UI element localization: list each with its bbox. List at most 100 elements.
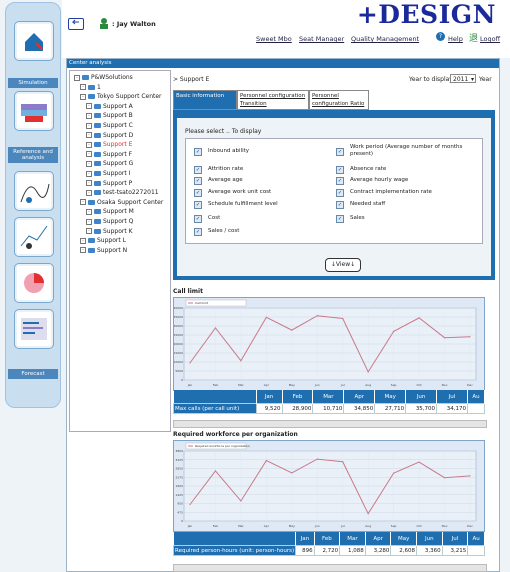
tree-node[interactable]: - Support M (86, 208, 134, 215)
data-point (189, 362, 191, 364)
forecast-list-icon[interactable] (14, 309, 54, 349)
expand-toggle-icon[interactable]: - (86, 160, 92, 167)
metric-checkbox[interactable]: ✓ (194, 189, 202, 197)
expand-toggle-icon[interactable]: - (80, 237, 86, 244)
metric-checkbox[interactable]: ✓ (194, 201, 202, 209)
x-tick-label: Oct (416, 524, 422, 528)
nav-simulation[interactable]: Simulation (8, 78, 58, 88)
expand-toggle-icon[interactable]: - (86, 228, 92, 235)
expand-toggle-icon[interactable]: - (86, 103, 92, 110)
help-icon[interactable]: ? (436, 32, 445, 41)
tree-node[interactable]: - test-tsato2272011 (86, 189, 159, 196)
tree-node[interactable]: - Support E (86, 141, 132, 148)
expand-toggle-icon[interactable]: - (86, 189, 92, 196)
expand-toggle-icon[interactable]: - (80, 93, 86, 100)
metric-checkbox[interactable]: ✓ (336, 215, 344, 223)
tree-node-label: Support K (103, 227, 133, 235)
tab-personnel-transition[interactable]: Personnel configuration Transition (237, 90, 309, 110)
link-quality-management[interactable]: Quality Management (351, 35, 419, 43)
x-tick-label: Aug (365, 524, 371, 528)
month-header: Jun (416, 532, 443, 546)
expand-toggle-icon[interactable]: - (86, 141, 92, 148)
metric-checkbox[interactable]: ✓ (336, 177, 344, 185)
nav-forecast[interactable]: Forecast (8, 369, 58, 379)
link-logoff[interactable]: Logoff (480, 35, 500, 43)
data-point (214, 327, 217, 329)
tree-node[interactable]: - Support B (86, 112, 133, 119)
expand-toggle-icon[interactable]: - (86, 132, 92, 139)
data-point (265, 316, 267, 318)
metric-checkbox[interactable]: ✓ (194, 228, 202, 236)
x-tick-label: Sep (391, 383, 397, 387)
row-header: Max calls (per call unit) (173, 403, 257, 414)
metric-checkbox[interactable]: ✓ (336, 148, 344, 156)
expand-toggle-icon[interactable]: - (80, 199, 86, 206)
nav-reference-analysis[interactable]: Reference and analysis (8, 147, 58, 163)
workforce-scrollbar[interactable] (173, 564, 487, 572)
metric-checkbox[interactable]: ✓ (194, 148, 202, 156)
tree-node[interactable]: - Tokyo Support Center (80, 93, 162, 100)
user-name: : Jay Walton (112, 20, 156, 28)
expand-toggle-icon[interactable]: - (86, 170, 92, 177)
year-select[interactable]: 2011 ▾ (450, 74, 476, 83)
tree-node-label: Osaka Support Center (97, 198, 164, 206)
call-limit-scrollbar[interactable] (173, 420, 487, 428)
tree-node[interactable]: - Support G (86, 160, 133, 167)
tree-node[interactable]: - Support N (80, 247, 127, 254)
metric-checkbox[interactable]: ✓ (194, 177, 202, 185)
basic-information-panel: Please select .. To display ✓ Inbound abi… (173, 110, 495, 280)
metric-checkbox[interactable]: ✓ (336, 201, 344, 209)
tree-node-label: Support B (103, 112, 133, 120)
expand-toggle-icon[interactable]: - (86, 112, 92, 119)
expand-toggle-icon[interactable]: - (86, 122, 92, 129)
metric-checkbox[interactable]: ✓ (194, 166, 202, 174)
x-tick-label: Apr (264, 383, 270, 387)
metric-checkbox[interactable]: ✓ (336, 189, 344, 197)
metric-checkbox[interactable]: ✓ (194, 215, 202, 223)
home-icon[interactable] (14, 21, 54, 61)
tree-node[interactable]: - Support P (86, 180, 132, 187)
view-button[interactable]: ↓View↓ (325, 258, 361, 272)
link-sweet-mbo[interactable]: Sweet Mbo (256, 35, 292, 43)
month-header: Au (467, 390, 486, 404)
tree-node[interactable]: - Support F (86, 151, 132, 158)
expand-toggle-icon[interactable]: - (74, 74, 80, 81)
tree-node[interactable]: - Support A (86, 103, 133, 110)
tab-basic-information[interactable]: Basic information (173, 90, 237, 110)
tab-personnel-ratio[interactable]: Personnel configuration Ratio (309, 90, 369, 110)
tree-node[interactable]: - Support D (86, 132, 133, 139)
expand-toggle-icon[interactable]: - (80, 84, 86, 91)
simulation-icon[interactable] (14, 91, 54, 131)
tree-node[interactable]: -1 (80, 84, 101, 91)
chart-icon[interactable] (14, 171, 54, 211)
brand-logo: +DESIGN (356, 0, 496, 29)
metric-checkbox[interactable]: ✓ (336, 166, 344, 174)
expand-toggle-icon[interactable]: - (86, 180, 92, 187)
pie-icon[interactable] (14, 263, 54, 303)
expand-toggle-icon[interactable]: - (86, 218, 92, 225)
month-header: Jul (442, 532, 469, 546)
tree-node[interactable]: - Support Q (86, 218, 133, 225)
month-header: Au (467, 532, 485, 546)
tree-node[interactable]: - Support L (80, 237, 126, 244)
back-icon[interactable] (68, 18, 84, 30)
expand-toggle-icon[interactable]: - (80, 247, 86, 254)
tree-node[interactable]: - Support I (86, 170, 130, 177)
tree-node[interactable]: - P&WSolutions (74, 74, 133, 81)
logoff-icon[interactable]: 退 (469, 31, 478, 44)
tree-node[interactable]: - Support C (86, 122, 133, 129)
trend-icon[interactable] (14, 217, 54, 257)
metric-checkbox-label: Sales (350, 215, 365, 221)
link-seat-manager[interactable]: Seat Manager (299, 35, 344, 43)
tree-node-label: P&WSolutions (91, 74, 133, 81)
metric-checkbox-label: Cost (208, 215, 221, 221)
row-header: Required person-hours (unit: person-hour… (172, 545, 297, 556)
link-help[interactable]: Help (448, 35, 463, 43)
expand-toggle-icon[interactable]: - (86, 208, 92, 215)
tree-node[interactable]: - Osaka Support Center (80, 199, 163, 206)
folder-icon (82, 75, 89, 80)
tree-node-label: Support F (103, 150, 133, 158)
legend-label: Required workforce per organization (195, 444, 250, 448)
expand-toggle-icon[interactable]: - (86, 151, 92, 158)
tree-node[interactable]: - Support K (86, 228, 133, 235)
